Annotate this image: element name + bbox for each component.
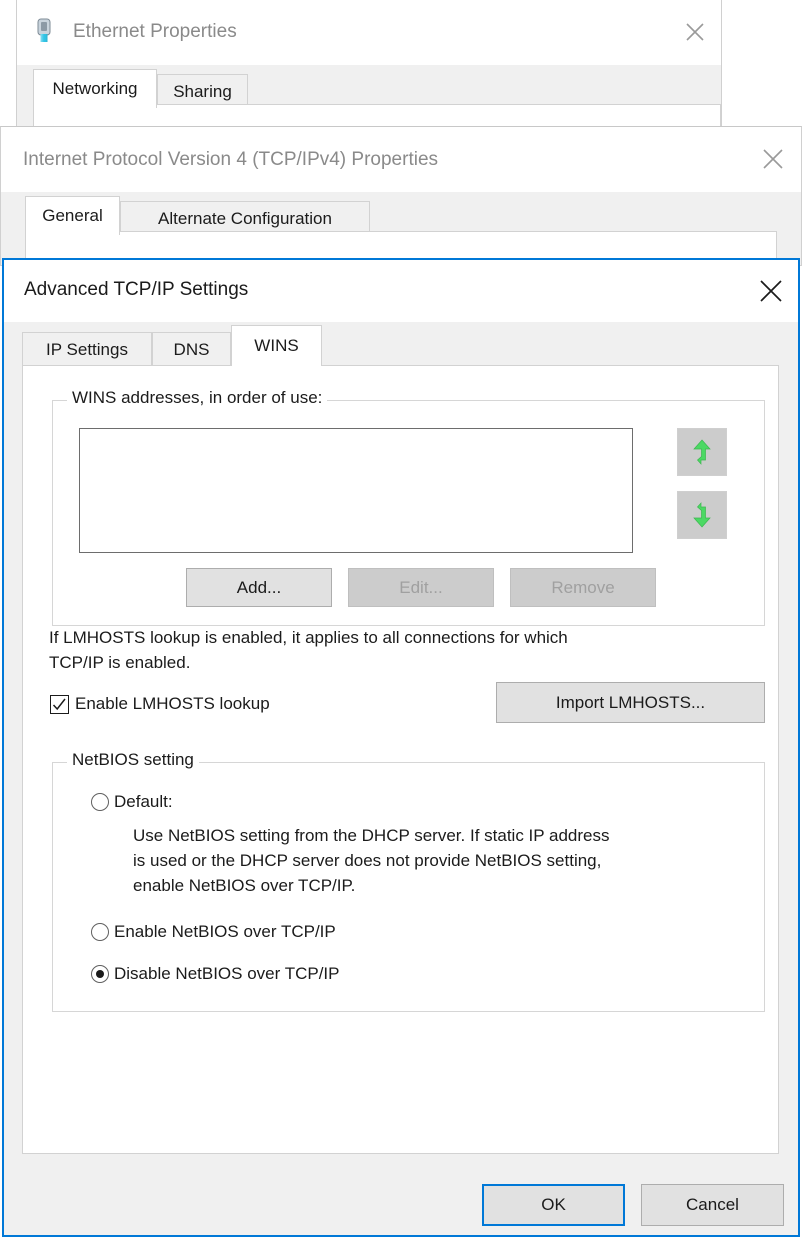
lmhosts-description-line2: TCP/IP is enabled. (49, 653, 191, 672)
move-down-button[interactable] (677, 491, 727, 539)
netbios-setting-legend: NetBIOS setting (67, 750, 199, 770)
wins-addresses-listbox[interactable] (79, 428, 633, 553)
radio-netbios-default-row[interactable]: Default: (91, 792, 173, 812)
tab-general[interactable]: General (25, 196, 120, 235)
advanced-tcpip-footer: OK Cancel (4, 1154, 798, 1235)
remove-button-label: Remove (551, 577, 615, 597)
tab-ip-settings-label: IP Settings (46, 339, 128, 359)
radio-disable-netbios-label: Disable NetBIOS over TCP/IP (114, 964, 340, 983)
close-icon[interactable] (669, 0, 721, 64)
tab-ip-settings[interactable]: IP Settings (22, 332, 152, 366)
netbios-setting-groupbox: NetBIOS setting Default: Use NetBIOS set… (52, 750, 765, 1012)
cancel-button[interactable]: Cancel (641, 1184, 784, 1226)
ok-button[interactable]: OK (482, 1184, 625, 1226)
netbios-default-help-line1: Use NetBIOS setting from the DHCP server… (133, 826, 610, 845)
advanced-tcpip-titlebar: Advanced TCP/IP Settings (4, 260, 798, 322)
radio-enable-netbios[interactable] (91, 923, 109, 941)
window-advanced-tcpip-settings[interactable]: Advanced TCP/IP Settings IP Settings DNS… (2, 258, 800, 1237)
ethernet-plug-icon (29, 16, 59, 46)
add-button-label: Add... (236, 577, 282, 597)
lmhosts-description-line1: If LMHOSTS lookup is enabled, it applies… (49, 628, 568, 647)
tab-dns[interactable]: DNS (152, 332, 231, 366)
tab-dns-label: DNS (173, 339, 210, 359)
radio-enable-netbios-row[interactable]: Enable NetBIOS over TCP/IP (91, 922, 336, 942)
close-icon[interactable] (747, 127, 799, 191)
radio-netbios-default[interactable] (91, 793, 109, 811)
cancel-button-label: Cancel (686, 1195, 739, 1214)
edit-button: Edit... (348, 568, 494, 607)
arrow-down-icon (693, 502, 711, 528)
tab-networking[interactable]: Networking (33, 69, 157, 108)
import-lmhosts-button[interactable]: Import LMHOSTS... (496, 682, 765, 723)
enable-lmhosts-lookup-label: Enable LMHOSTS lookup (75, 694, 270, 713)
wins-addresses-legend: WINS addresses, in order of use: (67, 388, 328, 408)
arrow-up-icon (693, 439, 711, 465)
move-up-button[interactable] (677, 428, 727, 476)
import-lmhosts-button-label: Import LMHOSTS... (555, 692, 706, 712)
tab-alternate-configuration[interactable]: Alternate Configuration (120, 201, 370, 235)
window-ipv4-properties[interactable]: Internet Protocol Version 4 (TCP/IPv4) P… (0, 126, 802, 267)
tab-wins[interactable]: WINS (231, 325, 322, 366)
radio-disable-netbios-row[interactable]: Disable NetBIOS over TCP/IP (91, 964, 340, 984)
tab-general-label: General (42, 206, 103, 225)
netbios-default-help-line3: enable NetBIOS over TCP/IP. (133, 876, 356, 895)
radio-disable-netbios[interactable] (91, 965, 109, 983)
checkmark-icon (52, 698, 66, 710)
radio-netbios-default-label: Default: (114, 792, 173, 811)
remove-button: Remove (510, 568, 656, 607)
ipv4-properties-tabstrip: General Alternate Configuration (1, 192, 801, 235)
ipv4-properties-titlebar: Internet Protocol Version 4 (TCP/IPv4) P… (1, 127, 801, 192)
ethernet-properties-tabstrip: Networking Sharing (17, 65, 721, 108)
ok-button-label: OK (541, 1195, 566, 1214)
radio-enable-netbios-label: Enable NetBIOS over TCP/IP (114, 922, 336, 941)
close-icon[interactable] (744, 260, 798, 321)
wins-addresses-groupbox: WINS addresses, in order of use: Add... … (52, 388, 765, 626)
tab-sharing[interactable]: Sharing (157, 74, 248, 108)
enable-lmhosts-lookup-checkbox[interactable] (50, 694, 69, 714)
tab-sharing-label: Sharing (173, 81, 232, 101)
edit-button-label: Edit... (399, 577, 443, 597)
enable-lmhosts-lookup-checkbox-row[interactable]: Enable LMHOSTS lookup (50, 694, 270, 714)
tab-alternate-configuration-label: Alternate Configuration (158, 208, 332, 228)
tab-networking-label: Networking (52, 79, 138, 98)
ethernet-properties-titlebar: Ethernet Properties (17, 0, 721, 65)
advanced-tcpip-tabstrip: IP Settings DNS WINS (4, 322, 798, 366)
advanced-tcpip-title: Advanced TCP/IP Settings (24, 279, 249, 300)
wins-tabpanel: WINS addresses, in order of use: Add... … (22, 365, 779, 1154)
ipv4-properties-title: Internet Protocol Version 4 (TCP/IPv4) P… (23, 149, 439, 170)
add-button[interactable]: Add... (186, 568, 332, 607)
netbios-default-help-line2: is used or the DHCP server does not prov… (133, 851, 602, 870)
tab-wins-label: WINS (254, 336, 299, 355)
ethernet-properties-title: Ethernet Properties (73, 21, 237, 42)
